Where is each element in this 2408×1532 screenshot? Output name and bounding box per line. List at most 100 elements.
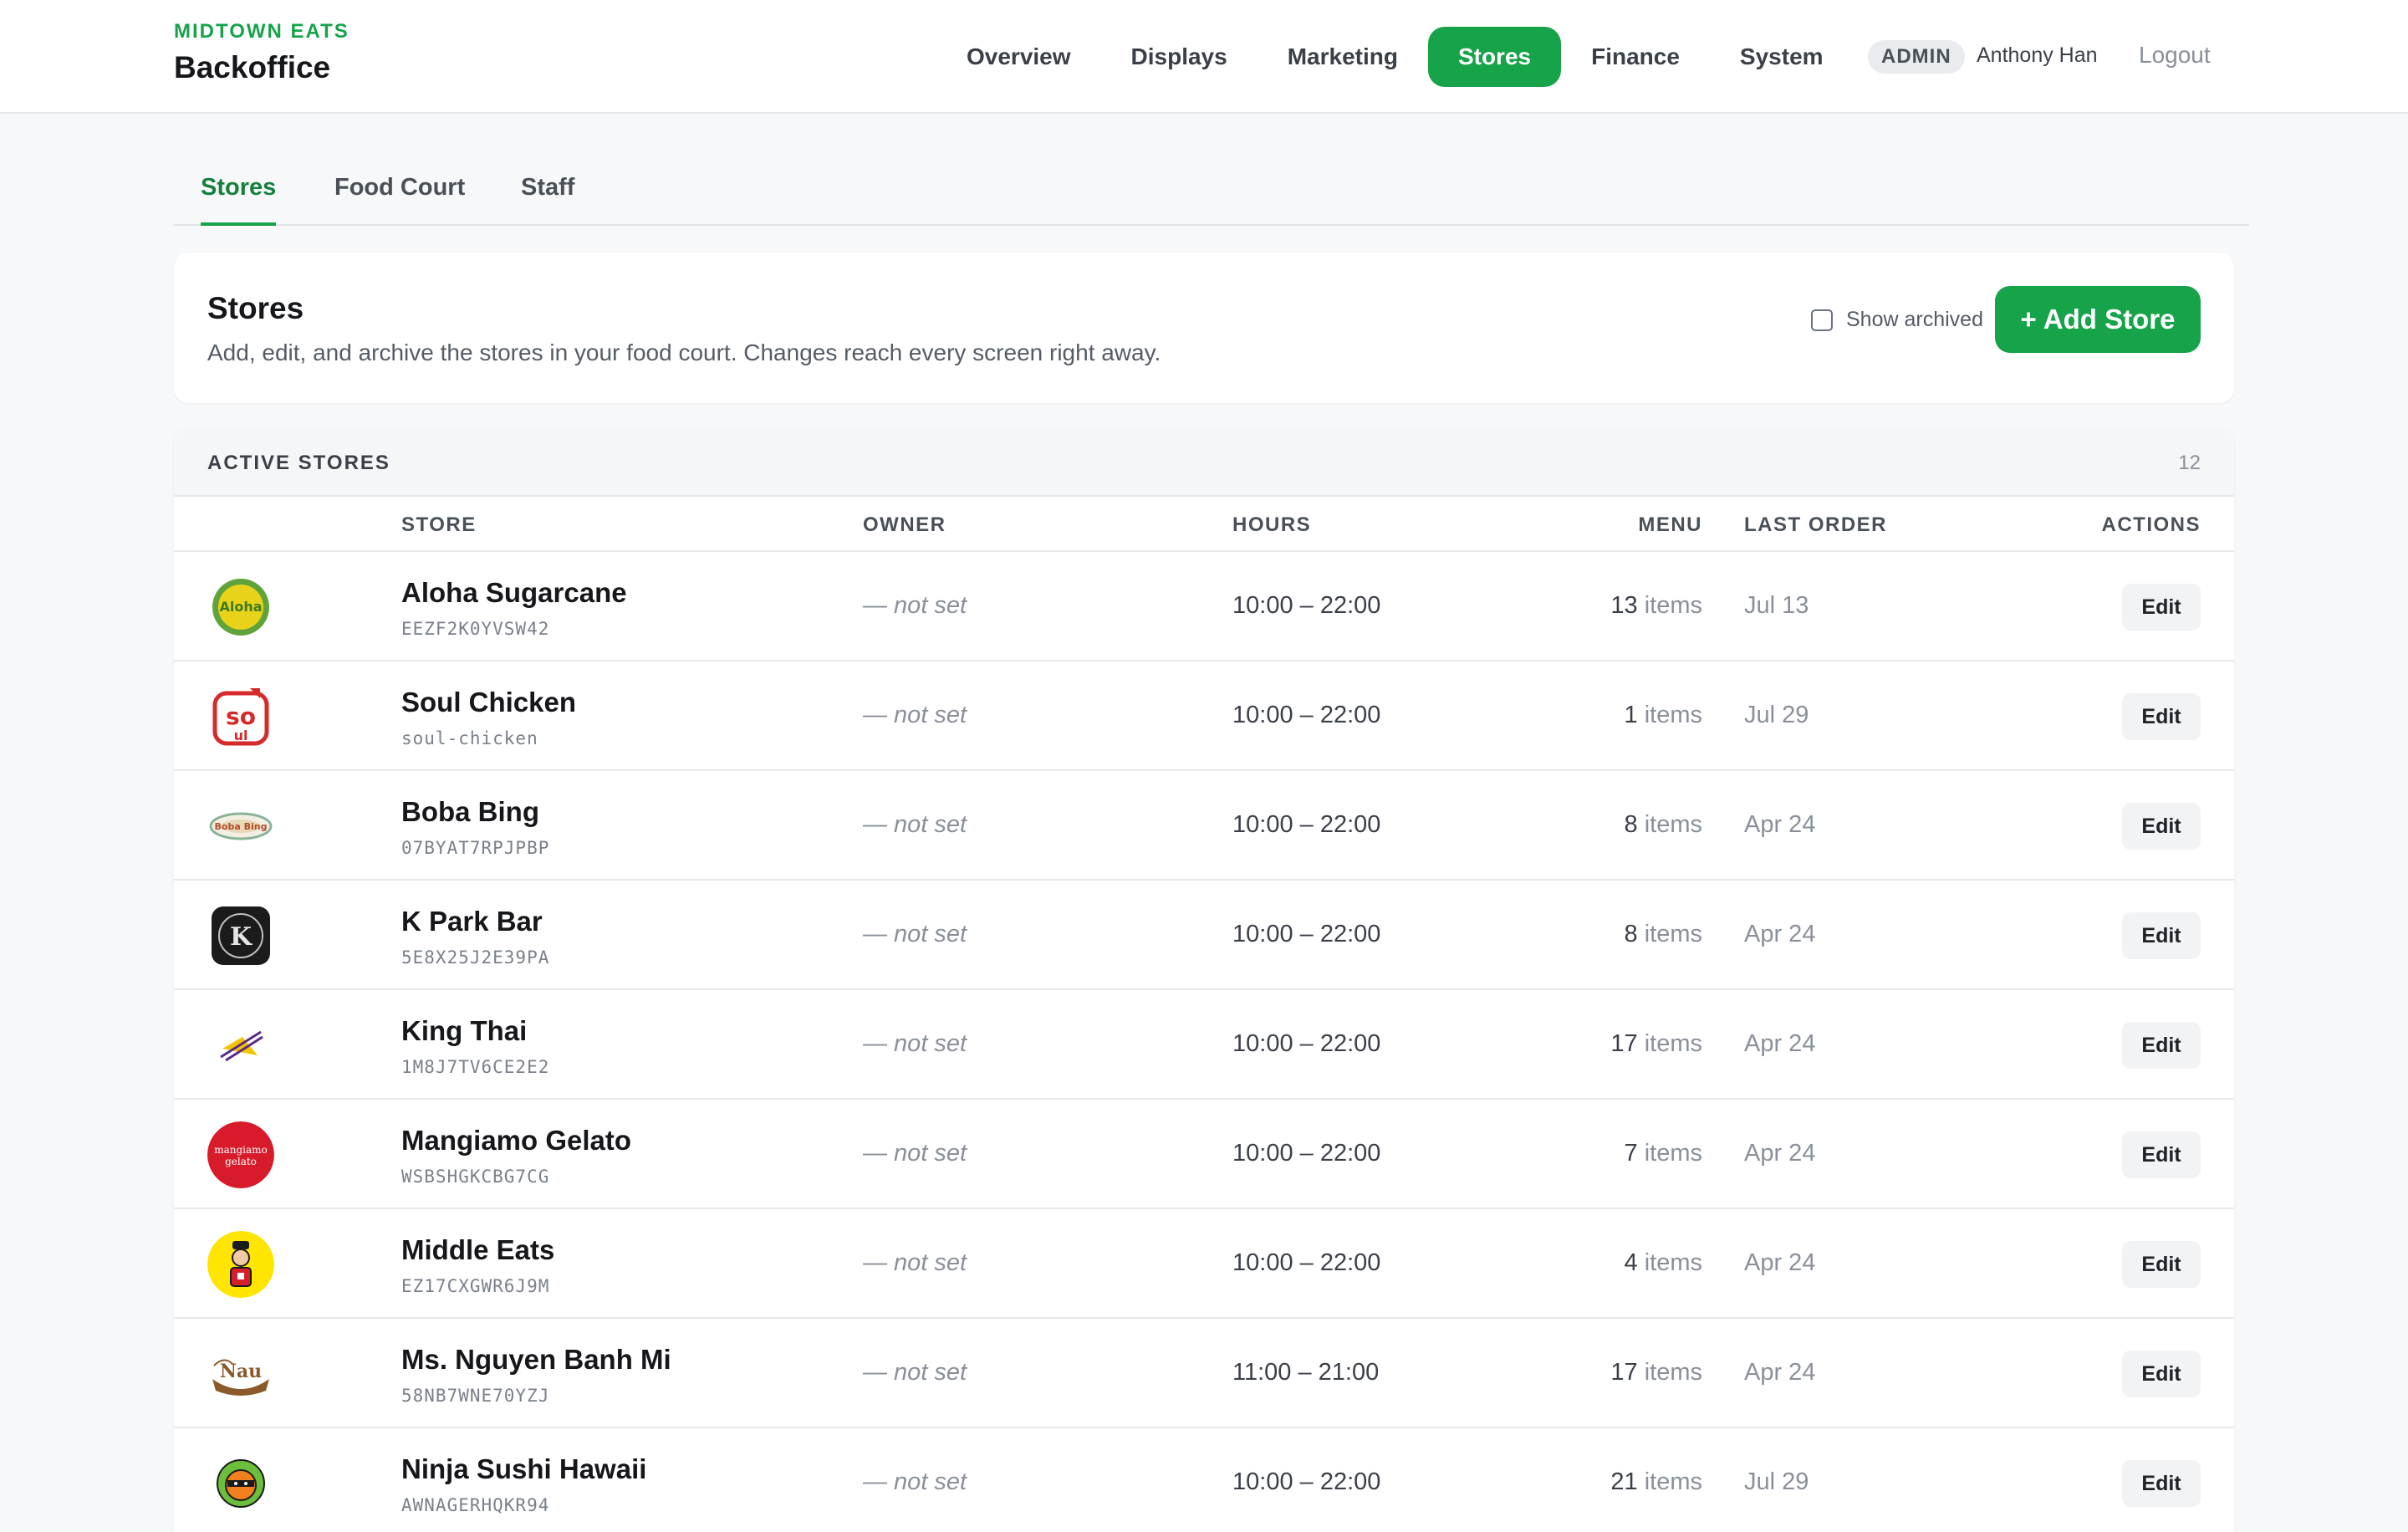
store-last-order: Apr 24: [1744, 1359, 1816, 1386]
store-name[interactable]: Aloha Sugarcane: [401, 577, 627, 609]
store-name[interactable]: Ms. Nguyen Banh Mi: [401, 1344, 671, 1376]
store-owner: — not set: [863, 921, 967, 947]
store-name[interactable]: Ninja Sushi Hawaii: [401, 1453, 646, 1485]
svg-text:ul: ul: [234, 728, 248, 743]
table-row: Middle Eats EZ17CXGWR6J9M — not set 10:0…: [174, 1209, 2234, 1319]
table-section-header: ACTIVE STORES 12: [174, 428, 2234, 497]
menu-count-value: 13: [1610, 592, 1638, 619]
store-owner: — not set: [863, 1359, 967, 1386]
menu-count-suffix: items: [1644, 1249, 1702, 1276]
edit-button[interactable]: Edit: [2122, 584, 2201, 631]
show-archived-checkbox[interactable]: [1811, 309, 1833, 331]
store-hours: 10:00 – 22:00: [1232, 1249, 1381, 1276]
nav-marketing[interactable]: Marketing: [1258, 27, 1428, 87]
show-archived-label: Show archived: [1846, 308, 1983, 331]
table-row: K K Park Bar 5E8X25J2E39PA — not set 10:…: [174, 881, 2234, 990]
stores-header-card: Stores Add, edit, and archive the stores…: [174, 253, 2234, 403]
table-row: mangiamo gelato Mangiamo Gelato WSBSHGKCB…: [174, 1100, 2234, 1209]
store-hours: 10:00 – 22:00: [1232, 921, 1381, 947]
store-last-order: Apr 24: [1744, 1030, 1816, 1057]
table-row: Aloha Aloha Sugarcane EEZF2K0YVSW42 — no…: [174, 552, 2234, 661]
store-owner: — not set: [863, 1249, 967, 1276]
store-last-order: Apr 24: [1744, 921, 1816, 947]
logout-link[interactable]: Logout: [2139, 42, 2211, 69]
brand-app[interactable]: Backoffice: [174, 50, 349, 85]
nav-stores[interactable]: Stores: [1427, 27, 1562, 87]
menu-count-suffix: items: [1644, 702, 1702, 728]
store-name[interactable]: K Park Bar: [401, 906, 543, 937]
store-name[interactable]: King Thai: [401, 1015, 527, 1047]
store-name[interactable]: Mangiamo Gelato: [401, 1125, 631, 1157]
store-last-order: Jul 29: [1744, 702, 1809, 728]
edit-button[interactable]: Edit: [2122, 803, 2201, 850]
brand: MIDTOWN EATS Backoffice: [174, 20, 349, 85]
store-last-order: Jul 13: [1744, 592, 1809, 619]
store-id: 07BYAT7RPJPBP: [401, 838, 550, 858]
store-id: EZ17CXGWR6J9M: [401, 1276, 550, 1296]
edit-button[interactable]: Edit: [2122, 1460, 2201, 1507]
aloha-logo-icon: Aloha: [207, 574, 274, 641]
menu-count-value: 8: [1624, 811, 1638, 838]
table-row: so ul Soul Chicken soul-chicken — not set…: [174, 661, 2234, 771]
edit-button[interactable]: Edit: [2122, 693, 2201, 740]
menu-count-suffix: items: [1644, 1359, 1702, 1386]
store-menu-count: 4 items: [1625, 1249, 1703, 1277]
stores-table: ACTIVE STORES 12 STORE OWNER HOURS MENU …: [174, 428, 2234, 1532]
menu-count-value: 8: [1624, 921, 1638, 947]
edit-button[interactable]: Edit: [2122, 912, 2201, 959]
menu-count-value: 1: [1624, 702, 1638, 728]
store-hours: 10:00 – 22:00: [1232, 811, 1381, 838]
tab-food-court[interactable]: Food Court: [334, 174, 465, 226]
menu-count-value: 4: [1624, 1249, 1638, 1276]
store-hours: 10:00 – 22:00: [1232, 1030, 1381, 1057]
store-hours: 10:00 – 22:00: [1232, 1140, 1381, 1167]
store-menu-count: 17 items: [1610, 1030, 1702, 1058]
menu-count-value: 17: [1610, 1030, 1638, 1057]
store-menu-count: 13 items: [1610, 592, 1702, 620]
store-owner: — not set: [863, 1140, 967, 1167]
main-nav: Overview Displays Marketing Stores Finan…: [936, 27, 1854, 87]
edit-button[interactable]: Edit: [2122, 1131, 2201, 1178]
col-actions: ACTIONS: [2101, 513, 2201, 536]
kpark-logo-icon: K: [207, 902, 274, 969]
store-owner: — not set: [863, 811, 967, 838]
svg-text:so: so: [226, 702, 256, 730]
menu-count-value: 21: [1610, 1468, 1638, 1495]
show-archived-toggle[interactable]: Show archived: [1811, 308, 1983, 332]
col-last-order: LAST ORDER: [1744, 513, 1887, 536]
store-id: soul-chicken: [401, 728, 538, 748]
user-name: Anthony Han: [1977, 43, 2098, 67]
edit-button[interactable]: Edit: [2122, 1241, 2201, 1288]
tab-stores[interactable]: Stores: [201, 174, 277, 226]
store-id: AWNAGERHQKR94: [401, 1495, 550, 1515]
edit-button[interactable]: Edit: [2122, 1022, 2201, 1069]
store-hours: 11:00 – 21:00: [1232, 1359, 1380, 1386]
store-id: WSBSHGKCBG7CG: [401, 1167, 550, 1187]
menu-count-suffix: items: [1644, 592, 1702, 619]
menu-count-suffix: items: [1644, 1140, 1702, 1167]
table-row: Nau Ms. Nguyen Banh Mi 58NB7WNE70YZJ — n…: [174, 1319, 2234, 1428]
menu-count-suffix: items: [1644, 1468, 1702, 1495]
store-hours: 10:00 – 22:00: [1232, 592, 1381, 619]
nav-system[interactable]: System: [1710, 27, 1854, 87]
tab-staff[interactable]: Staff: [521, 174, 574, 226]
store-owner: — not set: [863, 1468, 967, 1495]
store-count: 12: [2178, 452, 2201, 474]
store-last-order: Apr 24: [1744, 1140, 1816, 1167]
store-id: EEZF2K0YVSW42: [401, 619, 550, 639]
nav-displays[interactable]: Displays: [1101, 27, 1258, 87]
page-title: Stores: [207, 291, 304, 325]
table-row: Ninja Sushi Hawaii AWNAGERHQKR94 — not s…: [174, 1428, 2234, 1532]
store-last-order: Apr 24: [1744, 1249, 1816, 1276]
add-store-button[interactable]: + Add Store: [1995, 286, 2201, 353]
nav-finance[interactable]: Finance: [1561, 27, 1710, 87]
store-last-order: Apr 24: [1744, 811, 1816, 838]
nav-overview[interactable]: Overview: [936, 27, 1101, 87]
store-name[interactable]: Boba Bing: [401, 796, 539, 828]
sub-tabs: Stores Food Court Staff: [174, 159, 2249, 226]
edit-button[interactable]: Edit: [2122, 1351, 2201, 1397]
store-name[interactable]: Middle Eats: [401, 1234, 554, 1266]
column-headers: STORE OWNER HOURS MENU LAST ORDER ACTION…: [174, 497, 2234, 552]
store-name[interactable]: Soul Chicken: [401, 687, 576, 718]
store-id: 1M8J7TV6CE2E2: [401, 1057, 550, 1077]
